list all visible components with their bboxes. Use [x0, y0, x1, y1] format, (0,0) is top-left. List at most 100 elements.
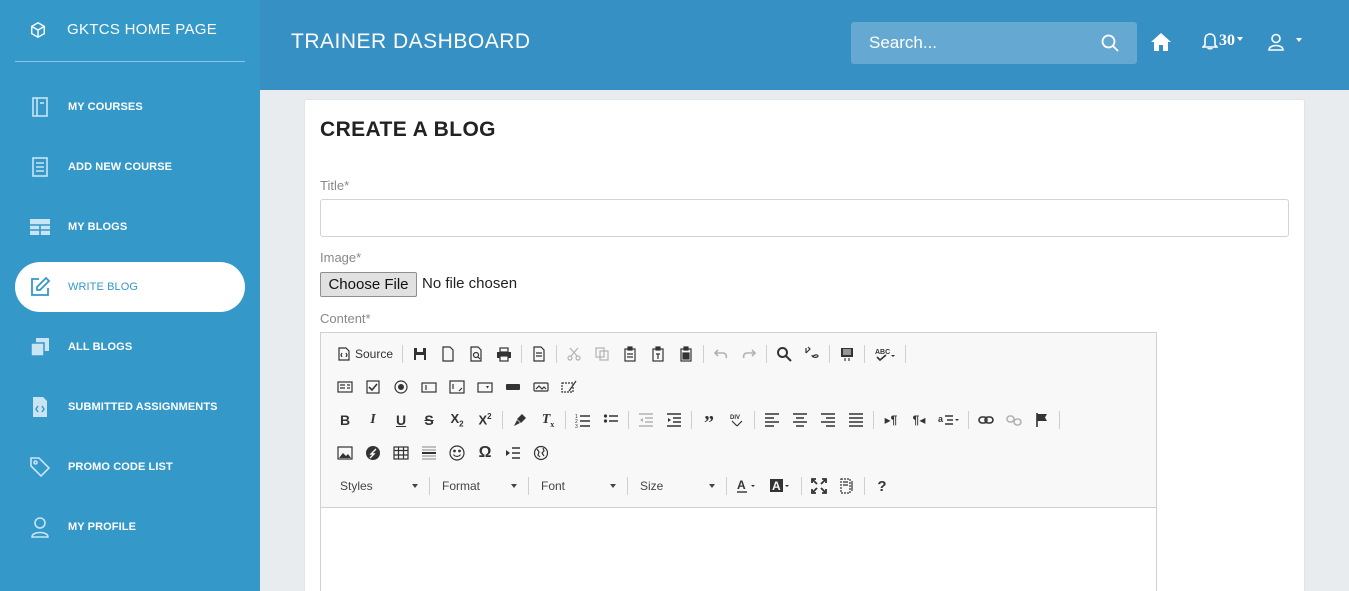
spellcheck-button[interactable]: ABC: [868, 341, 902, 367]
chevron-down-icon: [511, 484, 517, 488]
copy-formatting-button[interactable]: [506, 407, 534, 433]
top-bar: TRAINER DASHBOARD 30: [260, 0, 1349, 90]
styles-dropdown[interactable]: Styles: [331, 475, 426, 497]
svg-text:A: A: [737, 478, 746, 492]
save-button[interactable]: [406, 341, 434, 367]
title-field[interactable]: [320, 199, 1289, 237]
textarea-button[interactable]: [443, 374, 471, 400]
radio-button[interactable]: [387, 374, 415, 400]
find-button[interactable]: [770, 341, 798, 367]
user-menu-button[interactable]: [1268, 33, 1302, 51]
button-field-icon: [506, 384, 520, 390]
grid-table-icon: [27, 214, 53, 240]
flash-button[interactable]: [359, 440, 387, 466]
italic-button[interactable]: I: [359, 407, 387, 433]
outdent-button[interactable]: [632, 407, 660, 433]
help-button[interactable]: ?: [868, 473, 896, 499]
flag-icon: [1036, 413, 1047, 427]
paste-text-icon: [652, 346, 664, 362]
strikethrough-button[interactable]: S: [415, 407, 443, 433]
justify-button[interactable]: [842, 407, 870, 433]
select-all-button[interactable]: [833, 341, 861, 367]
paste-text-button[interactable]: [644, 341, 672, 367]
background-color-button[interactable]: A: [764, 473, 798, 499]
sidebar-item-write-blog[interactable]: WRITE BLOG: [15, 262, 245, 312]
format-label: Format: [442, 479, 481, 493]
toolbar-separator: [691, 411, 692, 429]
align-right-button[interactable]: [814, 407, 842, 433]
iframe-button[interactable]: [527, 440, 555, 466]
home-icon[interactable]: [1150, 32, 1172, 52]
form-button[interactable]: [331, 374, 359, 400]
table-button[interactable]: [387, 440, 415, 466]
special-char-button[interactable]: Ω: [471, 440, 499, 466]
blockquote-button[interactable]: ”: [695, 407, 723, 434]
text-direction-ltr-button[interactable]: ▸¶: [877, 407, 905, 433]
bulleted-list-button[interactable]: [597, 407, 625, 433]
unlink-button[interactable]: [1000, 407, 1028, 433]
bold-button[interactable]: B: [331, 407, 359, 433]
notifications-button[interactable]: 30: [1202, 32, 1243, 50]
link-button[interactable]: [972, 407, 1000, 433]
text-field-button[interactable]: [415, 374, 443, 400]
search-input[interactable]: [851, 33, 1091, 53]
toolbar-separator: [968, 411, 969, 429]
copy-button[interactable]: [588, 341, 616, 367]
text-direction-rtl-button[interactable]: ¶◂: [905, 407, 933, 433]
checkbox-button[interactable]: [359, 374, 387, 400]
editor-content-area[interactable]: [321, 507, 1156, 591]
numbered-list-button[interactable]: 123: [569, 407, 597, 433]
show-blocks-button[interactable]: [833, 473, 861, 499]
cut-button[interactable]: [560, 341, 588, 367]
copy-icon: [595, 347, 609, 361]
superscript-button[interactable]: X2: [471, 407, 499, 433]
paste-word-button[interactable]: [672, 341, 700, 367]
align-center-button[interactable]: [786, 407, 814, 433]
subscript-button[interactable]: X2: [443, 407, 471, 433]
sidebar-item-my-blogs[interactable]: MY BLOGS: [15, 202, 245, 252]
source-button[interactable]: Source: [331, 347, 399, 361]
anchor-button[interactable]: [1028, 407, 1056, 433]
toolbar-separator: [829, 345, 831, 363]
indent-button[interactable]: [660, 407, 688, 433]
underline-button[interactable]: U: [387, 407, 415, 433]
maximize-button[interactable]: [805, 473, 833, 499]
div-container-button[interactable]: DIV: [723, 407, 751, 433]
brand-link[interactable]: GKTCS HOME PAGE: [15, 0, 245, 62]
sidebar-item-all-blogs[interactable]: ALL BLOGS: [15, 322, 245, 372]
globe-icon: [533, 445, 549, 461]
choose-file-button[interactable]: Choose File: [320, 272, 417, 297]
sidebar-item-add-new-course[interactable]: ADD NEW COURSE: [15, 142, 245, 192]
sidebar-item-my-profile[interactable]: MY PROFILE: [15, 502, 245, 552]
print-button[interactable]: [490, 341, 518, 367]
remove-format-button[interactable]: Tx: [534, 407, 562, 433]
toolbar-separator: [754, 411, 755, 429]
replace-button[interactable]: [798, 341, 826, 367]
language-button[interactable]: a: [933, 407, 965, 433]
sidebar-item-promo-code-list[interactable]: PROMO CODE LIST: [15, 442, 245, 492]
preview-button[interactable]: [462, 341, 490, 367]
paste-button[interactable]: [616, 341, 644, 367]
sidebar-item-label: WRITE BLOG: [68, 281, 139, 293]
language-icon: a: [938, 414, 959, 425]
redo-button[interactable]: [735, 341, 763, 367]
text-color-button[interactable]: A: [730, 473, 764, 499]
undo-button[interactable]: [707, 341, 735, 367]
smiley-button[interactable]: [443, 440, 471, 466]
select-field-button[interactable]: [471, 374, 499, 400]
page-break-button[interactable]: [499, 440, 527, 466]
image-button-button[interactable]: [527, 374, 555, 400]
hidden-field-button[interactable]: [555, 374, 583, 400]
new-page-button[interactable]: [434, 341, 462, 367]
font-dropdown[interactable]: Font: [532, 475, 624, 497]
sidebar-item-my-courses[interactable]: MY COURSES: [15, 82, 245, 132]
image-button[interactable]: [331, 440, 359, 466]
templates-button[interactable]: [525, 341, 553, 367]
sidebar-item-submitted-assignments[interactable]: SUBMITTED ASSIGNMENTS: [15, 382, 245, 432]
size-dropdown[interactable]: Size: [631, 475, 723, 497]
button-field-button[interactable]: [499, 374, 527, 400]
format-dropdown[interactable]: Format: [433, 475, 525, 497]
horizontal-line-button[interactable]: [415, 440, 443, 466]
search-icon[interactable]: [1101, 34, 1119, 52]
align-left-button[interactable]: [758, 407, 786, 433]
